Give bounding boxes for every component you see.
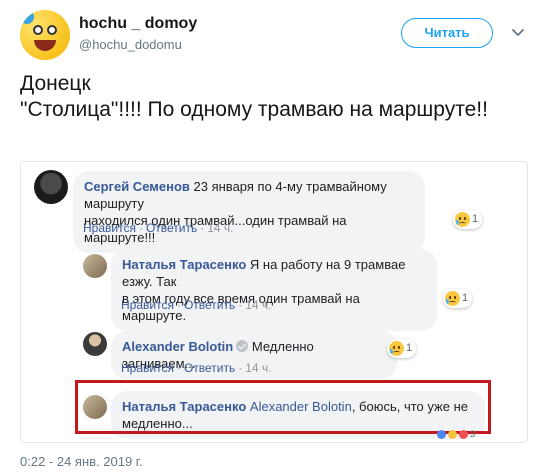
comment-author[interactable]: Наталья Тарасенко xyxy=(122,257,246,272)
comment-bubble: Сергей Семенов 23 января по 4-му трамвай… xyxy=(73,171,425,253)
sad-reaction-icon xyxy=(455,212,470,227)
tweet-author-handle[interactable]: @hochu_dodomu xyxy=(79,37,182,52)
reaction-badge[interactable]: 1 xyxy=(387,339,417,358)
like-link[interactable]: Нравится xyxy=(121,298,174,312)
angry-reaction-icon xyxy=(459,430,468,439)
flower-icon xyxy=(20,10,34,24)
comment-actions: Нравится · Ответить · 14 ч. xyxy=(121,361,272,375)
reaction-badge[interactable]: 1 xyxy=(453,210,483,229)
verified-icon xyxy=(236,340,249,352)
comment-author[interactable]: Alexander Bolotin xyxy=(122,339,233,354)
tweet-author-avatar[interactable] xyxy=(20,10,70,60)
tweet-text: Донецк "Столица"!!!! По одному трамваю н… xyxy=(20,72,488,121)
tweet-timestamp[interactable]: 0:22 - 24 янв. 2019 г. xyxy=(20,454,143,469)
like-reaction-icon xyxy=(437,430,446,439)
comment-author[interactable]: Сергей Семенов xyxy=(84,179,190,194)
comment-time[interactable]: 14 ч. xyxy=(207,221,233,235)
comment-avatar xyxy=(83,332,107,356)
chevron-down-icon[interactable] xyxy=(510,24,526,40)
comment-avatar xyxy=(34,170,68,204)
comment-time[interactable]: 14 ч. xyxy=(245,361,271,375)
sad-reaction-icon xyxy=(445,291,460,306)
tweet-author-name[interactable]: hochu _ domoy xyxy=(79,15,197,33)
reply-link[interactable]: Ответить xyxy=(146,221,197,235)
sad-reaction-icon xyxy=(389,341,404,356)
like-link[interactable]: Нравится xyxy=(83,221,136,235)
sad-reaction-icon xyxy=(448,430,457,439)
comment-avatar xyxy=(83,254,107,278)
reply-link[interactable]: Ответить xyxy=(184,298,235,312)
reaction-badge-partial: 3 xyxy=(437,430,475,439)
reaction-badge[interactable]: 1 xyxy=(443,289,473,308)
comment-actions: Нравится · Ответить · 14 ч. xyxy=(121,298,272,312)
comment-actions: Нравится · Ответить · 14 ч. xyxy=(83,221,234,235)
follow-button[interactable]: Читать xyxy=(401,18,493,48)
highlight-frame xyxy=(75,380,491,434)
like-link[interactable]: Нравится xyxy=(121,361,174,375)
comment-bubble: Наталья Тарасенко Я на работу на 9 трамв… xyxy=(111,249,437,331)
comment-time[interactable]: 14 ч. xyxy=(245,298,271,312)
reply-link[interactable]: Ответить xyxy=(184,361,235,375)
